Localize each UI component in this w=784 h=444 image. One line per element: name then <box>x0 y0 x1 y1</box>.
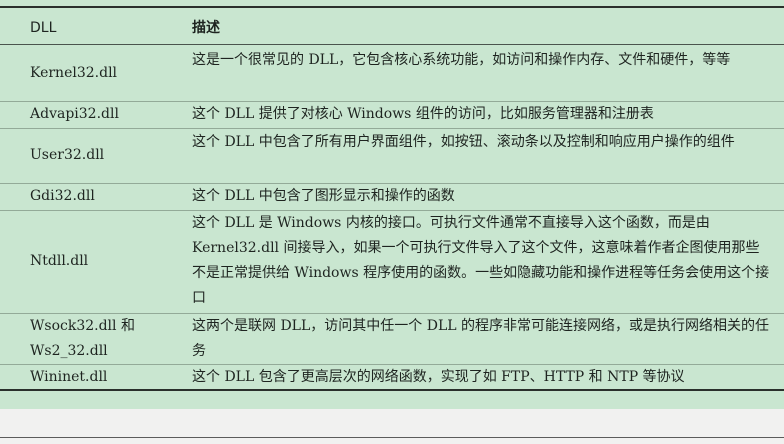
header-rule <box>0 44 784 45</box>
table-bottom-rule <box>0 389 784 391</box>
dll-description: 这个 DLL 包含了更高层次的网络函数，实现了如 FTP、HTTP 和 NTP … <box>192 369 685 385</box>
page-margin <box>0 409 784 444</box>
dll-name: Wininet.dll <box>30 369 108 385</box>
table-row: Kernel32.dll 这是一个很常见的 DLL，它包含核心系统功能，如访问和… <box>0 48 784 100</box>
table-row: Wsock32.dll 和 Ws2_32.dll 这两个是联网 DLL，访问其中… <box>0 314 784 364</box>
dll-name: Ntdll.dll <box>30 253 89 269</box>
dll-description: 这个 DLL 是 Windows 内核的接口。可执行文件通常不直接导入这个函数，… <box>192 215 770 306</box>
dll-name-line1: Wsock32.dll 和 <box>30 318 135 334</box>
table-row: Gdi32.dll 这个 DLL 中包含了图形显示和操作的函数 <box>0 184 784 209</box>
dll-name: Gdi32.dll <box>30 188 95 204</box>
dll-description: 这个 DLL 提供了对核心 Windows 组件的访问，比如服务管理器和注册表 <box>192 106 654 122</box>
dll-description: 这个 DLL 中包含了所有用户界面组件，如按钮、滚动条以及控制和响应用户操作的组… <box>192 134 735 150</box>
table-row: Advapi32.dll 这个 DLL 提供了对核心 Windows 组件的访问… <box>0 102 784 128</box>
row-separator <box>0 128 784 129</box>
dll-description: 这两个是联网 DLL，访问其中任一个 DLL 的程序非常可能连接网络，或是执行网… <box>192 318 769 359</box>
dll-name: Kernel32.dll <box>30 65 118 81</box>
dll-description: 这个 DLL 中包含了图形显示和操作的函数 <box>192 188 455 204</box>
dll-name-line2: Ws2_32.dll <box>30 343 108 359</box>
column-header-description: 描述 <box>192 20 220 36</box>
table-row: Ntdll.dll 这个 DLL 是 Windows 内核的接口。可执行文件通常… <box>0 211 784 312</box>
table-top-rule <box>0 6 784 8</box>
dll-name: User32.dll <box>30 147 105 163</box>
table-row: User32.dll 这个 DLL 中包含了所有用户界面组件，如按钮、滚动条以及… <box>0 130 784 182</box>
dll-name: Advapi32.dll <box>30 106 119 122</box>
column-header-dll: DLL <box>30 20 57 36</box>
page-divider <box>0 437 784 438</box>
table-row: Wininet.dll 这个 DLL 包含了更高层次的网络函数，实现了如 FTP… <box>0 365 784 389</box>
dll-description: 这是一个很常见的 DLL，它包含核心系统功能，如访问和操作内存、文件和硬件，等等 <box>192 52 731 68</box>
